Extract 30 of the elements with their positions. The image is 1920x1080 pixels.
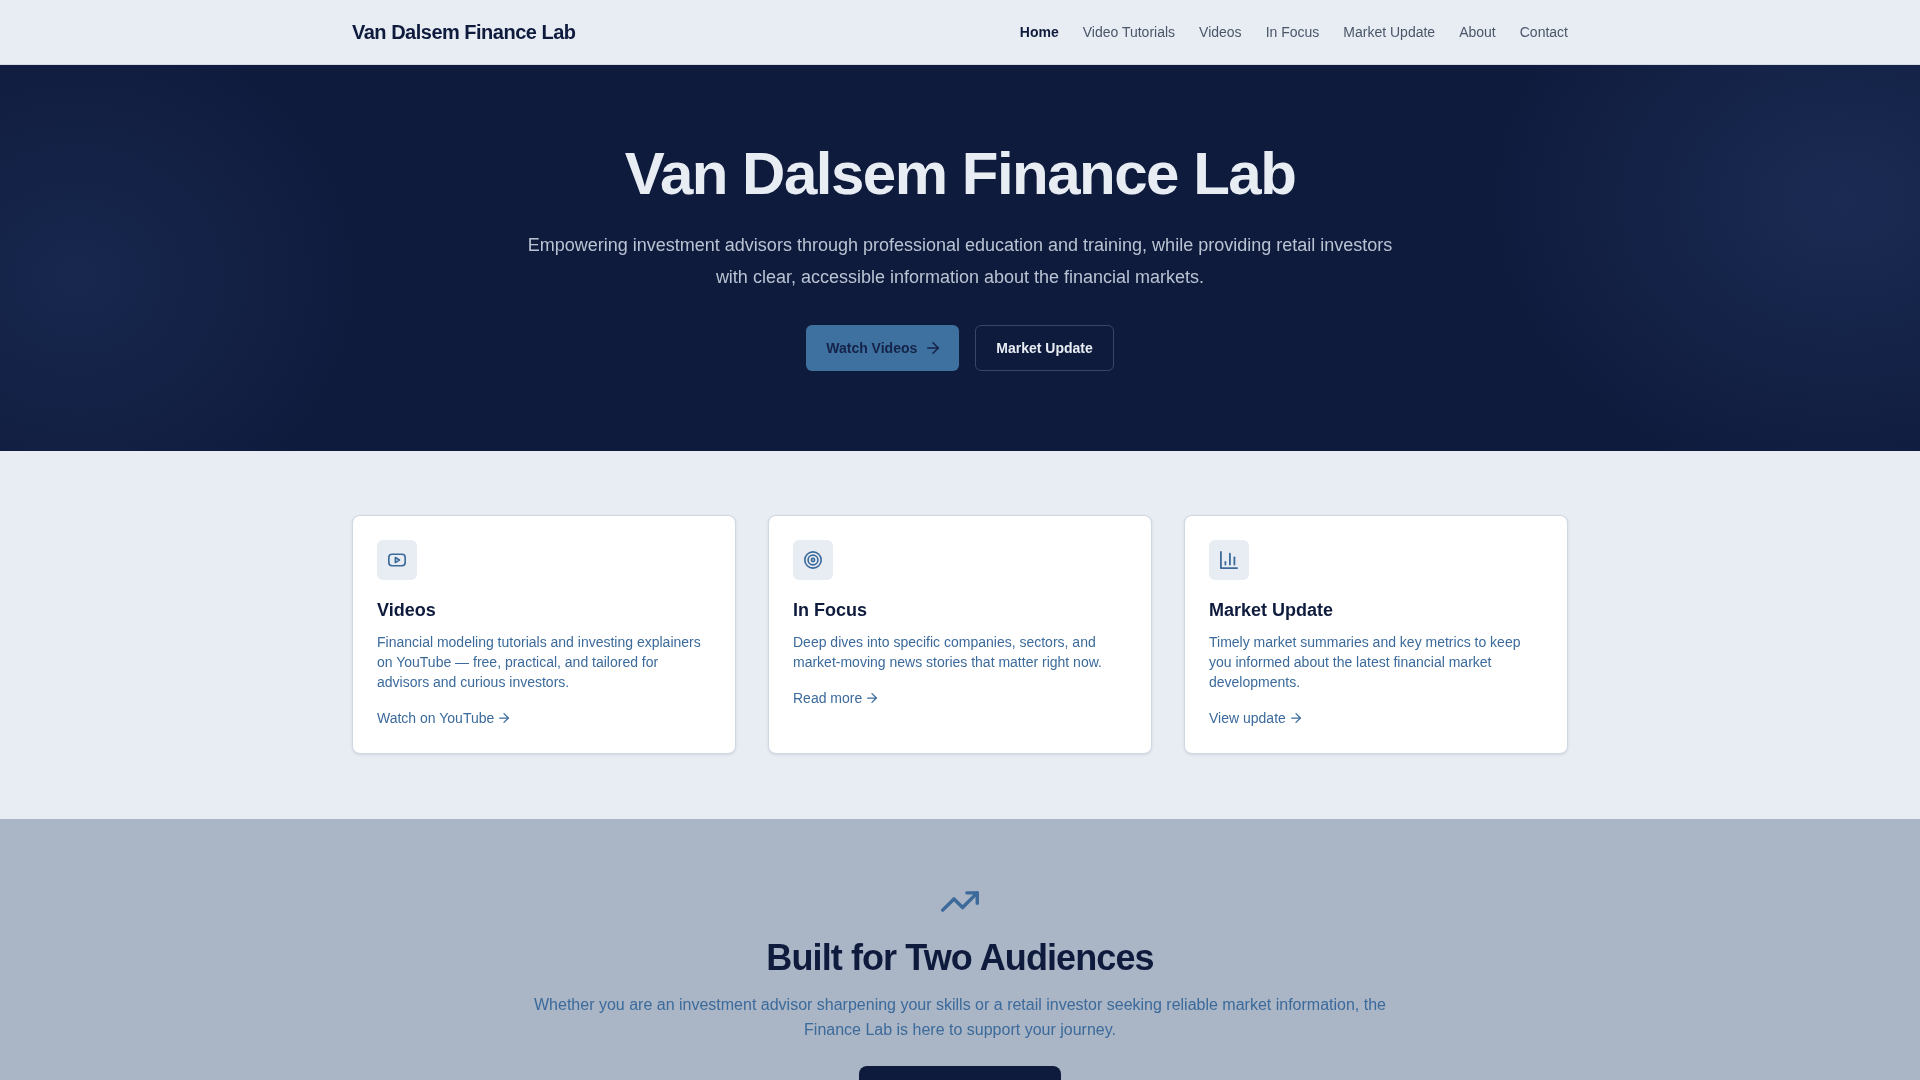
card-description: Timely market summaries and key metrics to keep you informed about the latest financial market developments. <box>1209 633 1522 692</box>
trending-up-icon <box>941 891 979 912</box>
card-link[interactable]: Read more <box>793 688 878 708</box>
card-link[interactable]: Watch on YouTube <box>377 708 510 728</box>
hero-subtitle: Empowering investment advisors through professional education and training, while providing retail investors with clear, accessible information about the financial markets. <box>526 234 1394 289</box>
card-title: In Focus <box>793 599 867 622</box>
section-title: Built for Two Audiences <box>766 938 1154 978</box>
nav-link[interactable]: Market Update <box>1343 24 1436 40</box>
nav-link[interactable]: In Focus <box>1265 24 1320 40</box>
arrow-right-icon <box>867 693 878 703</box>
play-video-icon <box>377 540 417 580</box>
card-title: Market Update <box>1209 599 1334 622</box>
arrow-right-icon <box>1290 713 1301 723</box>
site-logo[interactable]: Van Dalsem Finance Lab <box>352 20 576 44</box>
nav-link[interactable]: Videos <box>1199 24 1242 40</box>
card-description: Financial modeling tutorials and investing explainers on YouTube — free, practical, and tailored for advisors and curious investors. <box>377 633 702 692</box>
card-description: Deep dives into specific companies, sectors, and market-moving news stories that matter right now. <box>793 633 1103 672</box>
hero-title: Van Dalsem Finance Lab <box>624 141 1296 207</box>
arrow-right-icon <box>499 713 510 723</box>
nav-link[interactable]: Video Tutorials <box>1082 24 1176 40</box>
nav-link[interactable]: Home <box>1019 24 1059 40</box>
target-icon <box>793 540 833 580</box>
card-link[interactable]: View update <box>1209 708 1301 728</box>
card-title: Videos <box>377 599 436 622</box>
cta-button[interactable] <box>859 1066 1061 1080</box>
outline-button[interactable]: Market Update <box>975 325 1114 371</box>
nav-link[interactable]: Contact <box>1519 24 1568 40</box>
section-description: Whether you are an investment advisor sharpening your skills or a retail investor seeking reliable market information, the Finance Lab is here to support your journey. <box>533 995 1387 1040</box>
bar-chart-icon <box>1209 540 1249 580</box>
nav-link[interactable]: About <box>1459 24 1496 40</box>
